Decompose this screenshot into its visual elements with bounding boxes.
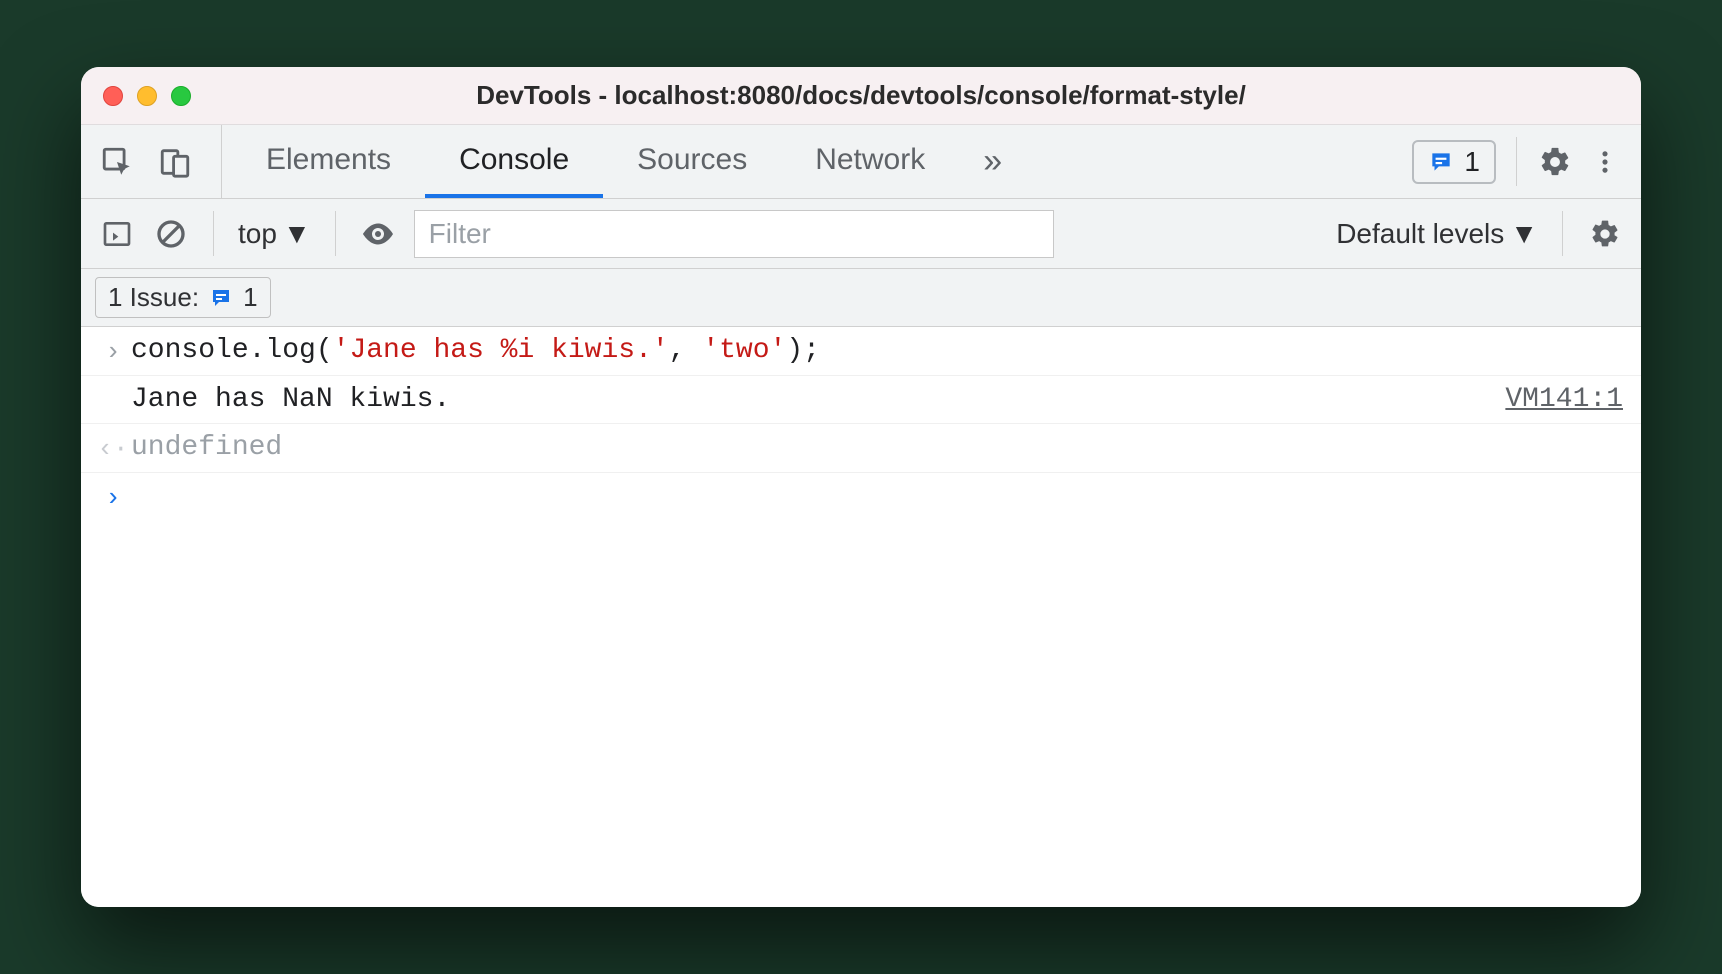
- tab-network[interactable]: Network: [781, 125, 959, 198]
- tab-label: Sources: [637, 143, 747, 177]
- clear-console-icon[interactable]: [153, 216, 189, 252]
- code-string: 'Jane has %i kiwis.': [333, 335, 669, 366]
- tab-elements[interactable]: Elements: [232, 125, 425, 198]
- return-marker-icon: ‹·: [95, 432, 131, 464]
- console-input-code[interactable]: console.log('Jane has %i kiwis.', 'two')…: [131, 335, 1623, 366]
- more-tabs-button[interactable]: »: [959, 125, 1026, 198]
- tab-sources[interactable]: Sources: [603, 125, 781, 198]
- chevron-down-icon: ▼: [1510, 218, 1538, 250]
- window-controls: [103, 86, 191, 106]
- console-sidebar-toggle-icon[interactable]: [99, 216, 135, 252]
- filter-input[interactable]: [414, 210, 1054, 258]
- context-label: top: [238, 218, 277, 250]
- prompt-marker-icon: ›: [95, 481, 131, 513]
- live-expression-icon[interactable]: [360, 216, 396, 252]
- issues-chip-count: 1: [243, 282, 257, 313]
- issues-badge[interactable]: 1: [1412, 140, 1496, 184]
- tab-label: Console: [459, 143, 569, 177]
- maximize-window-button[interactable]: [171, 86, 191, 106]
- console-settings-icon[interactable]: [1587, 216, 1623, 252]
- device-toolbar-icon[interactable]: [157, 144, 193, 180]
- panel-tabs: Elements Console Sources Network: [232, 125, 959, 198]
- code-token: );: [786, 335, 820, 366]
- message-icon: [209, 286, 233, 310]
- issues-chip[interactable]: 1 Issue: 1: [95, 277, 271, 318]
- titlebar: DevTools - localhost:8080/docs/devtools/…: [81, 67, 1641, 125]
- issues-count: 1: [1464, 146, 1480, 178]
- chevron-down-icon: ▼: [283, 218, 311, 250]
- kebab-menu-icon[interactable]: [1587, 144, 1623, 180]
- chevron-double-right-icon: »: [983, 142, 1002, 181]
- issues-chip-label: 1 Issue:: [108, 282, 199, 313]
- log-levels-selector[interactable]: Default levels ▼: [1336, 218, 1538, 250]
- context-selector[interactable]: top ▼: [238, 218, 311, 250]
- message-icon: [1428, 149, 1454, 175]
- console-return-row: ‹· undefined: [81, 424, 1641, 473]
- console-return-value: undefined: [131, 432, 1623, 463]
- devtools-window: DevTools - localhost:8080/docs/devtools/…: [81, 67, 1641, 907]
- source-link[interactable]: VM141:1: [1485, 384, 1623, 415]
- main-tabbar: Elements Console Sources Network » 1: [81, 125, 1641, 199]
- issues-bar: 1 Issue: 1: [81, 269, 1641, 327]
- close-window-button[interactable]: [103, 86, 123, 106]
- input-marker-icon: ›: [95, 335, 131, 367]
- output-marker: [95, 384, 131, 386]
- levels-label: Default levels: [1336, 218, 1504, 250]
- console-output-row: Jane has NaN kiwis. VM141:1: [81, 376, 1641, 424]
- minimize-window-button[interactable]: [137, 86, 157, 106]
- inspect-element-icon[interactable]: [99, 144, 135, 180]
- console-toolbar: top ▼ Default levels ▼: [81, 199, 1641, 269]
- console-body: › console.log('Jane has %i kiwis.', 'two…: [81, 327, 1641, 907]
- code-string: 'two': [702, 335, 786, 366]
- window-title: DevTools - localhost:8080/docs/devtools/…: [81, 80, 1641, 111]
- code-token: ,: [669, 335, 703, 366]
- console-prompt-row[interactable]: ›: [81, 473, 1641, 521]
- tab-label: Network: [815, 143, 925, 177]
- console-input-row: › console.log('Jane has %i kiwis.', 'two…: [81, 327, 1641, 376]
- tab-label: Elements: [266, 143, 391, 177]
- tab-console[interactable]: Console: [425, 125, 603, 198]
- console-output-text: Jane has NaN kiwis.: [131, 384, 1485, 415]
- settings-icon[interactable]: [1537, 144, 1573, 180]
- code-token: console.log(: [131, 335, 333, 366]
